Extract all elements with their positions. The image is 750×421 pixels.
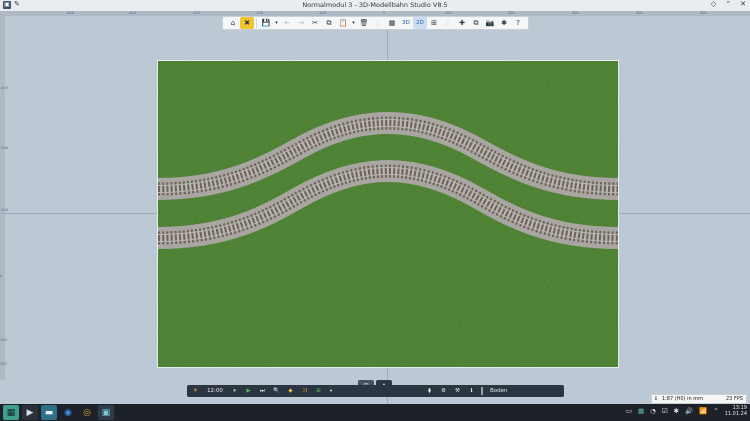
grass-texture <box>158 61 618 367</box>
sliders-icon[interactable]: ⧫ <box>425 386 434 396</box>
layout-canvas[interactable] <box>158 61 618 367</box>
plugins-icon[interactable]: ✱ <box>497 17 511 29</box>
home-icon[interactable]: ⌂ <box>226 17 240 29</box>
time-label: 12:00 <box>207 388 223 394</box>
track-icon[interactable]: ⊞ <box>314 386 323 396</box>
tools-icon[interactable]: ⚒ <box>453 386 462 396</box>
view-2d-button[interactable]: 2D <box>413 17 427 29</box>
ruler-tick: -100 <box>318 11 326 15</box>
info-icon[interactable]: ℹ <box>467 386 476 396</box>
app-tray-icon[interactable]: ▦ <box>638 407 644 415</box>
ruler-left: -400 -300 -200 0 100 200 <box>0 16 8 380</box>
main-toolbar: ⌂ ✖ 💾 ▾ ← → ✂ ⧉ 📋 ▾ 🗑 ⋮ ▦ 3D 2D ⊞ ⋮ ✚ ⧉ … <box>222 16 529 30</box>
cut-icon[interactable]: ✂ <box>308 17 322 29</box>
clock-tray-icon[interactable]: ◔ <box>650 407 656 415</box>
ruler-tick: -300 <box>0 146 8 150</box>
layers-icon[interactable]: ◆ <box>286 386 295 396</box>
toolbar-divider <box>256 18 257 28</box>
layer-selector[interactable]: Boden <box>488 386 560 396</box>
add-icon[interactable]: ✚ <box>455 17 469 29</box>
ruler-tick: -200 <box>0 208 8 212</box>
layer-divider <box>481 387 483 395</box>
ruler-tick: 400 <box>636 11 643 15</box>
copy-icon[interactable]: ⧉ <box>322 17 336 29</box>
delete-icon[interactable]: 🗑 <box>357 17 371 29</box>
window-controls: ◇ ⌃ ✕ <box>711 0 746 8</box>
ruler-tick: -400 <box>0 86 8 90</box>
ruler-tick: 0 <box>0 274 3 278</box>
clipboard-icon[interactable]: ☑ <box>662 407 668 415</box>
fps-label: 23 FPS <box>725 396 743 402</box>
ruler-tick: -300 <box>192 11 200 15</box>
pause-icon[interactable]: ⏸ <box>230 386 239 396</box>
help-icon[interactable]: ? <box>511 17 525 29</box>
save-menu-chevron-icon[interactable]: ▾ <box>273 17 280 29</box>
properties-icon[interactable]: ⋮ <box>371 17 385 29</box>
ruler-tick: 300 <box>572 11 579 15</box>
settings-icon[interactable]: ⚙ <box>439 386 448 396</box>
layer-label: Boden <box>490 388 508 394</box>
system-tray: ▭ ▦ ◔ ☑ ✱ 🔊 📶 ⌃ 13:19 11.01.24 <box>626 405 747 417</box>
ruler-tick: -400 <box>128 11 136 15</box>
ruler-tick: 100 <box>0 338 7 342</box>
taskbar: ▦ ▶ ▬ ◉ ◎ ▣ ▭ ▦ ◔ ☑ ✱ 🔊 📶 ⌃ 13:19 11.01.… <box>0 404 750 421</box>
ruler-tick: 0 <box>383 11 386 15</box>
view-3d-button[interactable]: 3D <box>399 17 413 29</box>
browser-icon[interactable]: ◉ <box>60 405 76 420</box>
duplicate-icon[interactable]: ⧉ <box>469 17 483 29</box>
file-manager-icon[interactable]: ▬ <box>41 405 57 420</box>
undo-icon[interactable]: ← <box>280 17 294 29</box>
save-icon[interactable]: 💾 <box>259 17 273 29</box>
ruler-tick: 200 <box>508 11 515 15</box>
sun-icon[interactable]: ☀ <box>191 386 200 396</box>
maximize-button[interactable]: ⌃ <box>725 0 731 8</box>
paste-menu-chevron-icon[interactable]: ▾ <box>350 17 357 29</box>
clock[interactable]: 13:19 11.01.24 <box>725 405 747 417</box>
ruler-tick: 500 <box>700 11 707 15</box>
volume-icon[interactable]: 🔊 <box>685 407 693 415</box>
edit-mode-icon[interactable]: ✖ <box>240 17 254 29</box>
ruler-tick: -200 <box>255 11 263 15</box>
modellbahn-app-icon[interactable]: ▣ <box>98 405 114 420</box>
window-title: Normalmodul 3 - 3D-Modellbahn Studio V8.… <box>302 1 448 9</box>
display-icon[interactable]: ▭ <box>626 407 632 415</box>
minimize-button[interactable]: ◇ <box>711 0 716 8</box>
ruler-tick: 200 <box>0 362 7 366</box>
skip-icon[interactable]: ⏭ <box>258 386 267 396</box>
wifi-icon[interactable]: 📶 <box>699 407 707 415</box>
track-menu-chevron-icon[interactable]: ▾ <box>328 386 334 396</box>
play-icon[interactable]: ▶ <box>244 386 253 396</box>
search-icon[interactable]: 🔍 <box>272 386 281 396</box>
scale-label: 1:87 (H0) in mm <box>661 396 704 402</box>
time-display[interactable]: 12:00 <box>205 386 225 396</box>
ruler-tick: 100 <box>445 11 452 15</box>
camera-icon[interactable]: 📷 <box>483 17 497 29</box>
track-tool-icon[interactable]: ▦ <box>385 17 399 29</box>
status-box: ℹ 1:87 (H0) in mm 23 FPS <box>651 394 747 404</box>
layout-view[interactable] <box>158 61 618 367</box>
shuffle-icon[interactable]: ⤨ <box>300 386 309 396</box>
bottom-control-bar: ☀ 12:00 ⏸ ▶ ⏭ 🔍 ◆ ⤨ ⊞ ▾ ⧫ ⚙ ⚒ ℹ Boden <box>187 385 564 397</box>
tray-expand-icon[interactable]: ⌃ <box>713 407 718 415</box>
clock-date: 11.01.24 <box>724 411 747 417</box>
paste-icon[interactable]: 📋 <box>336 17 350 29</box>
ruler-tick: -600 <box>66 11 74 15</box>
info-icon[interactable]: ℹ <box>655 396 657 402</box>
close-button[interactable]: ✕ <box>740 0 746 8</box>
redo-icon[interactable]: → <box>294 17 308 29</box>
grid-icon[interactable]: ⊞ <box>427 17 441 29</box>
chrome-icon[interactable]: ◎ <box>79 405 95 420</box>
terminal-icon[interactable]: ▶ <box>22 405 38 420</box>
align-icon[interactable]: ⋮ <box>441 17 455 29</box>
bluetooth-icon[interactable]: ✱ <box>674 407 679 415</box>
start-menu-icon[interactable]: ▦ <box>3 405 19 420</box>
